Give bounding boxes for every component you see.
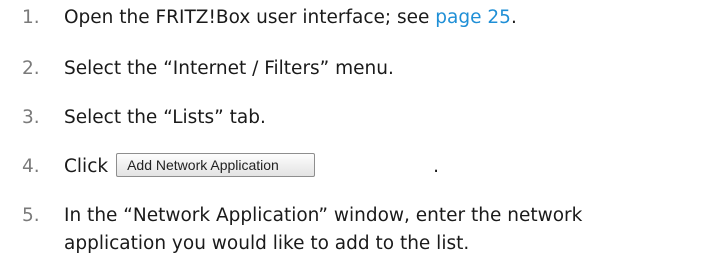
step-text: Select the “Lists” tab. [64, 107, 266, 128]
step-number: 5. [22, 205, 40, 226]
step-text-line-1: In the “Network Application” window, ent… [64, 205, 583, 226]
step-text-end: . [510, 7, 517, 28]
step-text-line-2: application you would like to add to the… [64, 233, 470, 254]
step-number: 1. [22, 7, 40, 28]
step-2: 2. Select the “Internet / Filters” menu. [22, 55, 394, 83]
step-4: 4. Click Add Network Application. [22, 153, 439, 181]
step-5: 5. In the “Network Application” window, … [22, 202, 582, 258]
step-number: 3. [22, 107, 40, 128]
step-text: Open the FRITZ!Box user interface; see [64, 7, 436, 28]
add-network-application-button[interactable]: Add Network Application [116, 153, 316, 177]
step-text: Select the “Internet / Filters” menu. [64, 58, 394, 79]
page-link[interactable]: page 25 [435, 7, 511, 28]
step-1: 1. Open the FRITZ!Box user interface; se… [22, 4, 517, 32]
step-number: 4. [22, 156, 40, 177]
step-3: 3. Select the “Lists” tab. [22, 104, 266, 132]
step-number: 2. [22, 58, 40, 79]
step-text: Click [64, 156, 109, 177]
step-text-end: . [433, 156, 439, 177]
